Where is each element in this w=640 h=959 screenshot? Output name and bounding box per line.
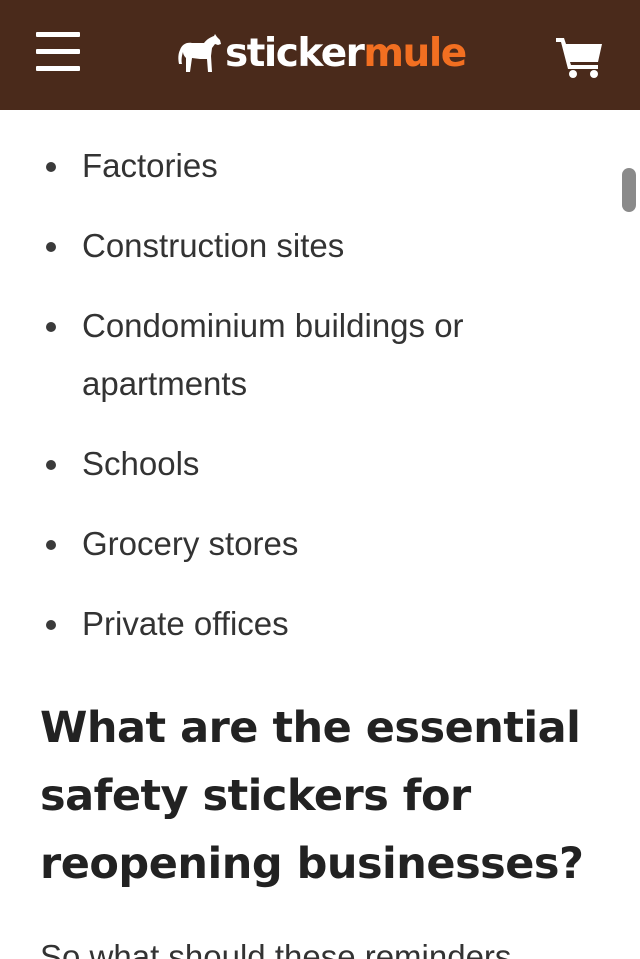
logo-text: stickermule [225,30,467,78]
list-item-text: Construction sites [82,227,345,264]
article-content: Factories Construction sites Condominium… [0,110,640,959]
hamburger-menu-icon[interactable] [36,31,82,73]
bullet-dot [46,162,56,172]
site-header: stickermule [0,0,640,110]
bullet-dot [46,540,56,550]
scrollbar-thumb[interactable] [622,168,636,212]
bullet-dot [46,242,56,252]
logo-text-mule: mule [363,31,467,76]
sticker-mule-logo[interactable]: stickermule [178,30,467,78]
section-heading: What are the essential safety stickers f… [40,703,584,889]
list-item-text: Factories [82,147,218,184]
bullet-dot [46,322,56,332]
list-item-text: Condominium buildings or apartments [82,307,464,402]
logo-text-sticker: sticker [225,31,365,76]
list-item-text: Private offices [82,605,289,642]
bullet-dot [46,460,56,470]
shopping-cart-icon[interactable] [556,36,604,78]
mule-icon [178,34,221,72]
body-paragraph: So what should these reminders [40,938,512,959]
list-item-text: Schools [82,445,200,482]
bullet-dot [46,620,56,630]
list-item-text: Grocery stores [82,525,299,562]
